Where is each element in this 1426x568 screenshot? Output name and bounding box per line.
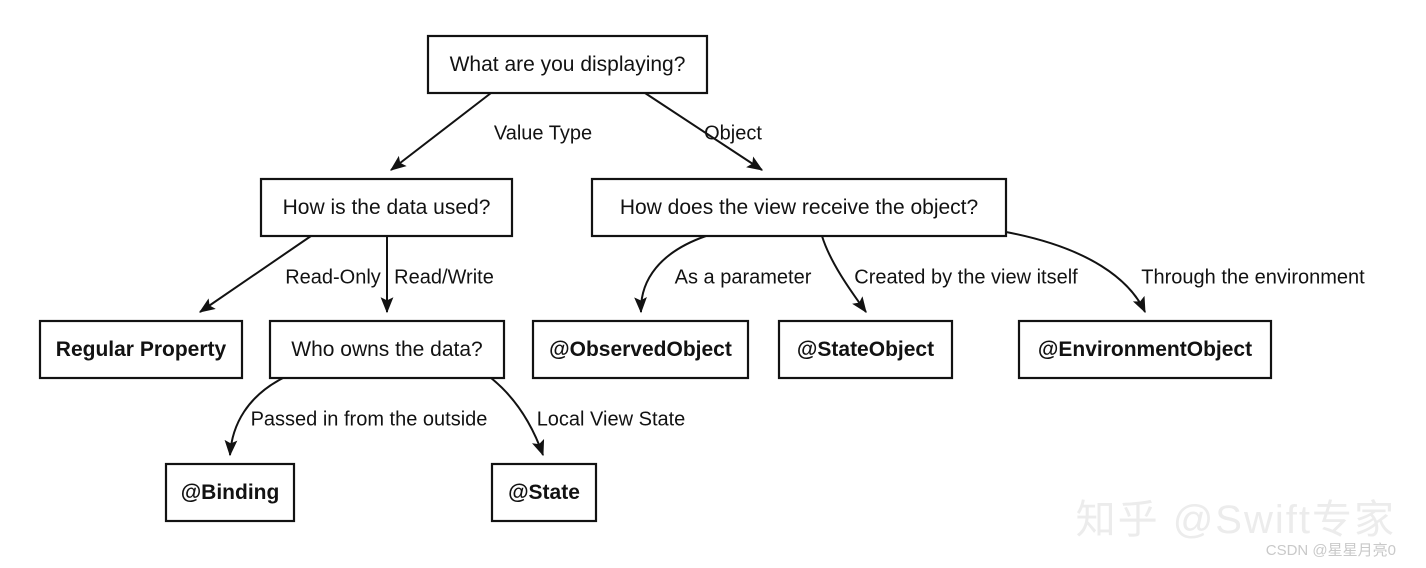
node-regular[interactable]: Regular Property: [38, 319, 244, 380]
nodes-layer: What are you displaying? How is the data …: [38, 34, 1273, 523]
csdn-watermark: CSDN @星星月亮0: [1265, 542, 1396, 559]
edge-label-root-to-value_type: Value Type: [494, 122, 592, 144]
node-stateobj[interactable]: @StateObject: [777, 319, 954, 380]
node-label-observed: @ObservedObject: [549, 338, 732, 361]
node-label-owner: Who owns the data?: [291, 338, 482, 361]
edge-label-value_type-to-owner: Read/Write: [394, 266, 494, 288]
node-label-value_type: How is the data used?: [283, 196, 491, 219]
node-label-root: What are you displaying?: [450, 53, 686, 76]
node-value_type[interactable]: How is the data used?: [259, 177, 514, 238]
zhihu-watermark: 知乎 @Swift专家: [1075, 498, 1396, 542]
node-label-object: How does the view receive the object?: [620, 196, 978, 219]
node-label-envobj: @EnvironmentObject: [1038, 338, 1252, 361]
edge-label-object-to-observed: As a parameter: [675, 266, 812, 288]
node-binding[interactable]: @Binding: [164, 462, 296, 523]
node-object[interactable]: How does the view receive the object?: [590, 177, 1008, 238]
node-state[interactable]: @State: [490, 462, 598, 523]
node-label-binding: @Binding: [181, 481, 280, 504]
node-observed[interactable]: @ObservedObject: [531, 319, 750, 380]
edge-label-object-to-envobj: Through the environment: [1141, 266, 1365, 288]
node-envobj[interactable]: @EnvironmentObject: [1017, 319, 1273, 380]
edge-label-object-to-stateobj: Created by the view itself: [854, 266, 1078, 288]
edge-label-root-to-object: Object: [704, 122, 762, 144]
edge-label-owner-to-binding: Passed in from the outside: [251, 408, 488, 430]
node-root[interactable]: What are you displaying?: [426, 34, 709, 95]
node-label-regular: Regular Property: [56, 338, 227, 361]
node-label-state: @State: [508, 481, 580, 504]
node-label-stateobj: @StateObject: [797, 338, 934, 361]
flowchart-svg: What are you displaying? How is the data …: [38, 34, 1366, 523]
edge-labels-layer: Value Type Object Read-Only Read/Write As a …: [251, 122, 1366, 430]
edge-owner-to-state: [490, 377, 545, 457]
edge-root-to-value_type: [390, 92, 492, 171]
edge-label-owner-to-state: Local View State: [537, 408, 686, 430]
edge-label-value_type-to-regular: Read-Only: [285, 266, 381, 288]
node-owner[interactable]: Who owns the data?: [268, 319, 506, 380]
flowchart-canvas: What are you displaying? How is the data …: [0, 0, 1426, 568]
